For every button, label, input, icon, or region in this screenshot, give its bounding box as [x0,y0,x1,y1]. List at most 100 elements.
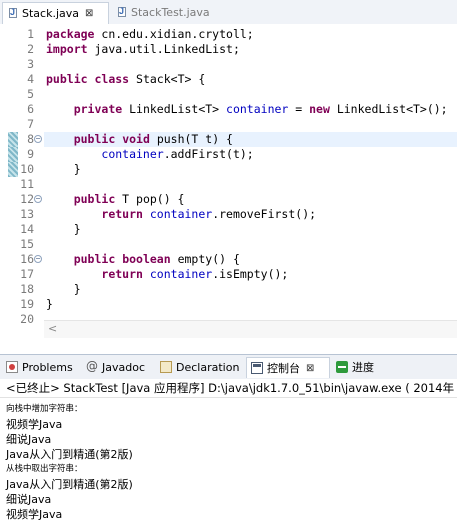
line-number: 2 [0,42,44,57]
code-line[interactable]: import java.util.LinkedList; [46,42,240,57]
code-token: .isEmpty(); [212,267,289,281]
tab-stack-java[interactable]: Stack.java ⊠ [2,2,109,24]
code-line[interactable]: public class Stack<T> { [46,72,205,87]
code-token: .removeFirst(); [212,207,317,221]
tab-javadoc[interactable]: Javadoc [82,357,145,377]
code-line[interactable]: public boolean empty() { [46,252,240,267]
code-token: Stack<T> { [129,72,206,86]
line-number: 16− [0,252,44,267]
code-line[interactable]: public void push(T t) { [46,132,233,147]
line-number-gutter: 1 2 3 4 5 6 7 8−9 10 11 12−13 14 15 16−17 18 19 20 [0,24,44,327]
keyword-token: new [309,102,330,116]
line-number-text: 7 [27,117,34,131]
code-line[interactable]: } [46,297,53,312]
line-number-text: 11 [20,177,34,191]
field-token: container [226,102,289,116]
keyword-token: return [101,267,143,281]
line-number: 1 [0,27,44,42]
line-number: 18 [0,282,44,297]
tab-label: StackTest.java [131,6,210,19]
keyword-token: class [94,72,130,86]
line-number: 20 [0,312,44,327]
code-token: cn.edu.xidian.crytoll; [94,27,254,41]
code-line[interactable]: } [46,222,81,237]
code-token: empty() { [170,252,240,266]
java-file-icon [8,7,18,19]
line-number: 14 [0,222,44,237]
line-number: 6 [0,102,44,117]
console-process-header: <已终止> StackTest [Java 应用程序] D:\java\jdk1… [0,379,457,398]
console-output-line: 细说Java [6,433,52,446]
line-number: 9 [0,147,44,162]
close-icon[interactable]: ⊠ [306,363,314,374]
line-number-text: 5 [27,87,34,101]
tab-label: 控制台 [267,362,300,375]
code-token: LinkedList<T>(); [329,102,448,116]
code-line[interactable]: container.addFirst(t); [46,147,253,162]
horizontal-scrollbar[interactable]: < [44,320,457,338]
tab-label: 进度 [352,361,374,374]
code-token: } [46,162,81,176]
code-line[interactable]: return container.removeFirst(); [46,207,316,222]
line-number-text: 17 [20,267,34,281]
line-number: 11 [0,177,44,192]
code-token: T pop() { [115,192,185,206]
change-marker [8,162,18,177]
code-line[interactable]: } [46,162,81,177]
keyword-token: import [46,42,88,56]
progress-icon [336,361,348,373]
line-number: 13 [0,207,44,222]
code-line[interactable]: public T pop() { [46,192,185,207]
tab-problems[interactable]: Problems [2,357,73,377]
console-output-line: 视频学Java [6,418,63,431]
line-number: 4 [0,72,44,87]
code-line[interactable]: return container.isEmpty(); [46,267,288,282]
keyword-token: boolean [122,252,171,266]
line-number-text: 4 [27,72,34,86]
field-token: container [101,147,164,161]
keyword-token: public [73,192,116,206]
fold-toggle-icon[interactable]: − [34,195,42,203]
code-line[interactable]: private LinkedList<T> container = new Li… [46,102,448,117]
line-number-text: 12 [20,192,34,206]
tab-declaration[interactable]: Declaration [156,357,239,377]
field-token: container [149,207,213,221]
console-icon [251,362,263,374]
tab-progress[interactable]: 进度 [332,357,374,377]
fold-toggle-icon[interactable]: − [34,255,42,263]
line-number-text: 19 [20,297,34,311]
code-editor[interactable]: 1 2 3 4 5 6 7 8−9 10 11 12−13 14 15 16−17 18 19 20 packa… [0,24,457,338]
line-number: 15 [0,237,44,252]
line-number: 5 [0,87,44,102]
javadoc-icon [86,359,98,373]
line-number-text: 2 [27,42,34,56]
line-number-text: 18 [20,282,34,296]
keyword-token: public [73,252,116,266]
editor-tab-bar: Stack.java ⊠ StackTest.java [0,0,457,25]
fold-toggle-icon[interactable]: − [34,135,42,143]
console-output[interactable]: 向栈中增加字符串： 视频学Java 细说Java Java从入门到精通(第2版) 从栈中… [0,400,457,521]
code-line[interactable]: package cn.edu.xidian.crytoll; [46,27,254,42]
scroll-left-arrow[interactable]: < [48,322,57,335]
code-token: } [46,222,81,236]
code-line[interactable]: } [46,282,81,297]
line-number-text: 6 [27,102,34,116]
tab-stacktest-java[interactable]: StackTest.java [112,2,232,23]
field-token: container [149,267,213,281]
console-output-line: 从栈中取出字符串： [6,464,83,474]
tab-label: Stack.java [22,7,79,20]
tab-label: Javadoc [102,360,145,374]
close-icon[interactable]: ⊠ [85,8,93,19]
console-output-line: 视频学Java [6,508,63,521]
console-output-line: 向栈中增加字符串： [6,404,83,414]
line-number-text: 13 [20,207,34,221]
tab-console[interactable]: 控制台 ⊠ [246,357,330,378]
problems-icon [6,361,18,373]
code-token: = [288,102,310,116]
